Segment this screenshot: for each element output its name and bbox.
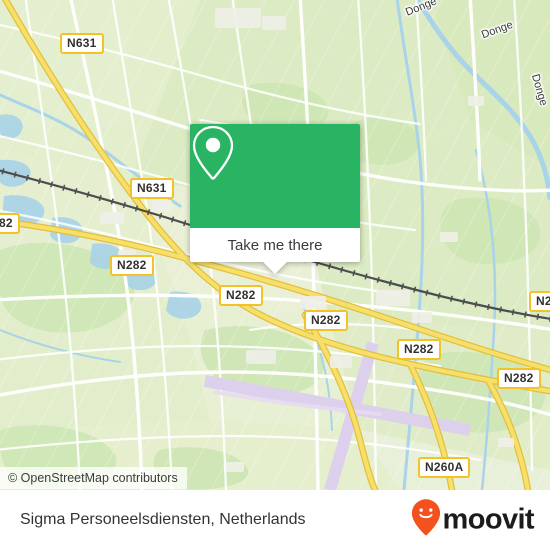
place-title: Sigma Personeelsdiensten, Netherlands [20,511,306,528]
road-shield: N631 [130,178,174,199]
callout-header [190,124,360,228]
road-shield: N282 [219,285,263,306]
map-canvas[interactable]: N631 N631 82 N282 N282 N282 N2 N282 N282… [0,0,550,490]
callout-tail [263,262,287,274]
footer-bar: Sigma Personeelsdiensten, Netherlands mo… [0,490,550,550]
road-shield: N282 [497,368,541,389]
take-me-there-callout[interactable]: Take me there [190,124,360,274]
osm-attribution[interactable]: © OpenStreetMap contributors [0,467,187,489]
callout-action[interactable]: Take me there [190,228,360,262]
road-shield: N631 [60,33,104,54]
road-shield: N282 [397,339,441,360]
road-shield: N260A [418,457,471,478]
moovit-wordmark: moovit [442,503,535,536]
moovit-brand[interactable]: moovit [411,499,535,542]
moovit-smiley-pin-icon [411,499,441,542]
road-shield: N282 [110,255,154,276]
road-shield: N282 [304,310,348,331]
moovit-map-page: N631 N631 82 N282 N282 N282 N2 N282 N282… [0,0,550,550]
callout-action-label: Take me there [227,236,323,254]
road-shield: 82 [0,213,20,234]
road-shield: N2 [529,291,550,312]
